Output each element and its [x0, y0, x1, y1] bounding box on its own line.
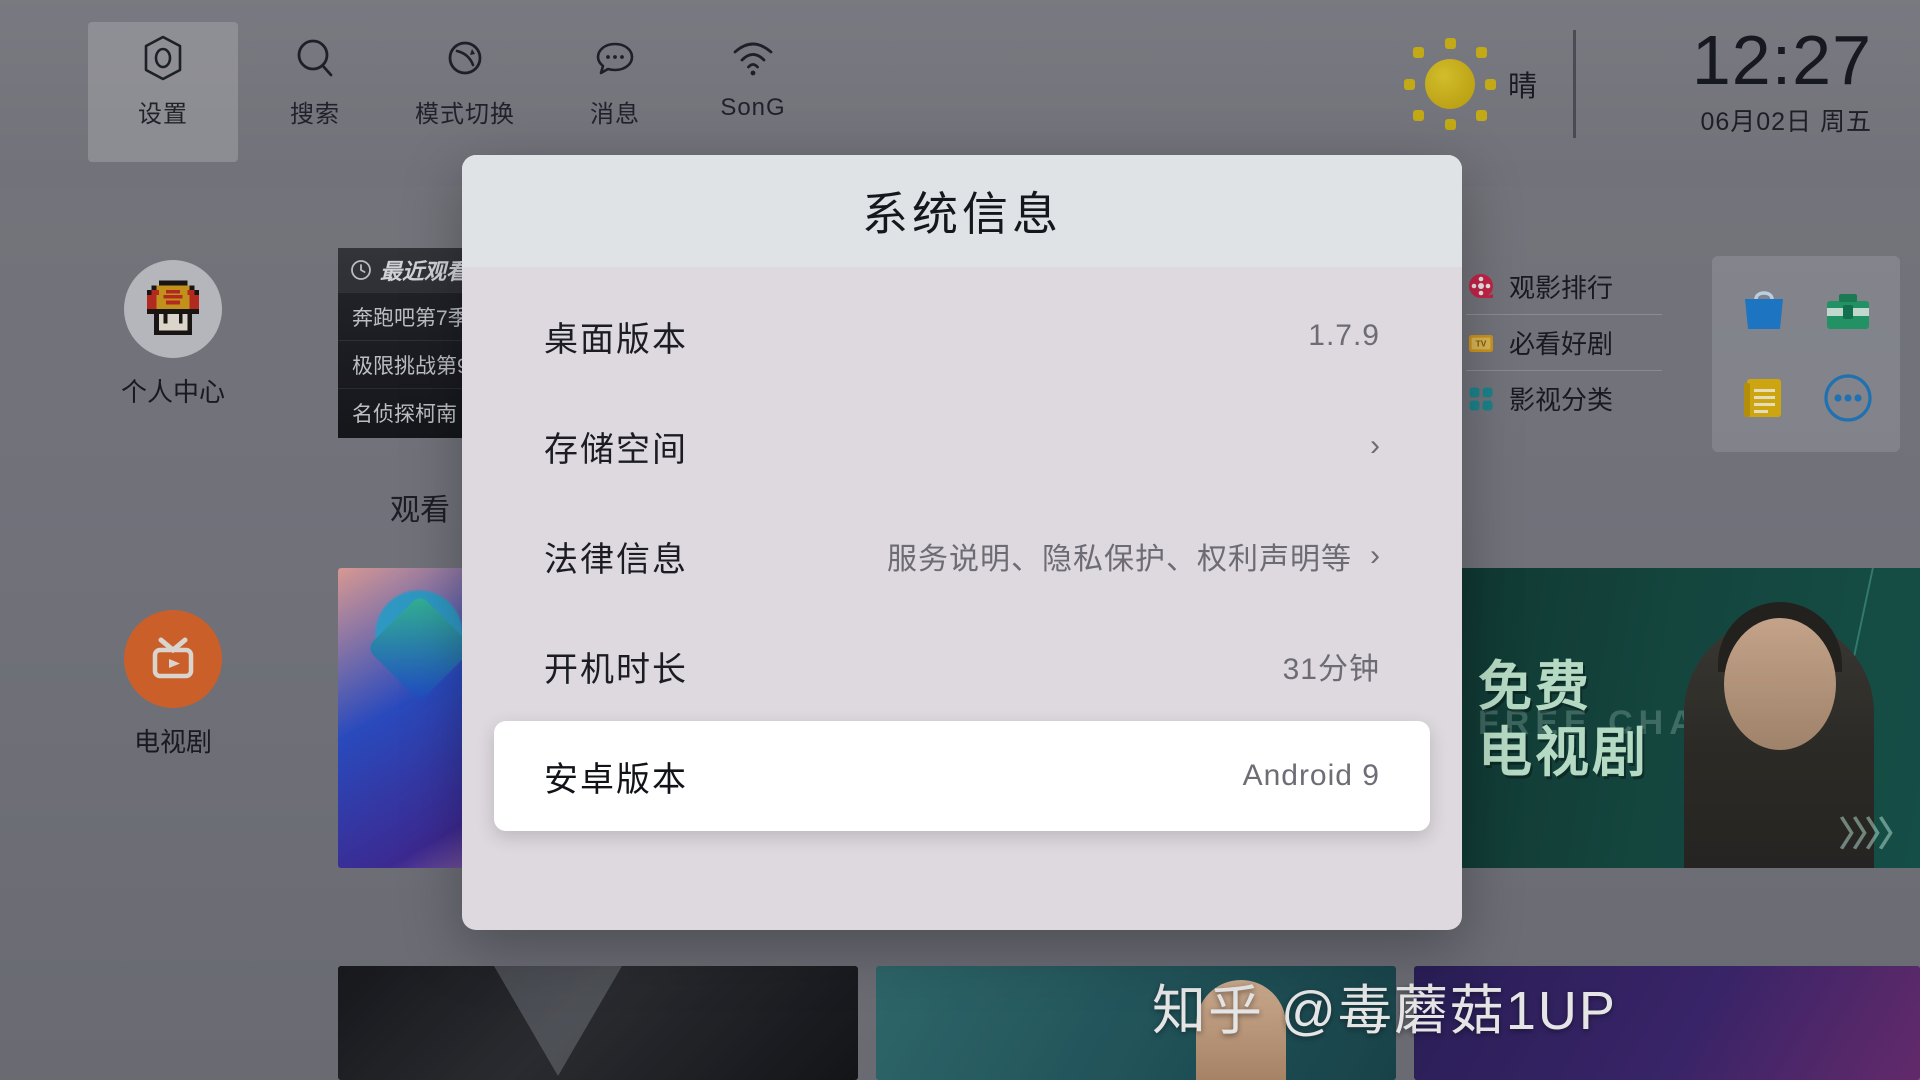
setting-value: 31分钟 [1282, 653, 1380, 686]
dialog-header: 系统信息 [462, 155, 1462, 267]
setting-value: 1.7.9 [1308, 319, 1380, 352]
setting-key: 存储空间 [544, 430, 688, 469]
setting-value: Android 9 [1242, 759, 1380, 792]
setting-row-uptime[interactable]: 开机时长 31分钟 [494, 611, 1430, 721]
setting-key: 开机时长 [544, 650, 688, 689]
chevron-right-icon: › [1370, 539, 1380, 572]
setting-key: 桌面版本 [544, 320, 688, 359]
system-info-dialog: 系统信息 桌面版本 1.7.9 存储空间 › 法律信息 服务说明、隐私保护、权利… [462, 155, 1462, 930]
chevron-right-icon: › [1370, 429, 1380, 462]
setting-row-legal[interactable]: 法律信息 服务说明、隐私保护、权利声明等 › [494, 501, 1430, 611]
setting-key: 法律信息 [544, 540, 688, 579]
dialog-body: 桌面版本 1.7.9 存储空间 › 法律信息 服务说明、隐私保护、权利声明等 ›… [462, 267, 1462, 831]
setting-row-android-version[interactable]: 安卓版本 Android 9 [494, 721, 1430, 831]
setting-row-storage[interactable]: 存储空间 › [494, 391, 1430, 501]
dialog-title: 系统信息 [862, 188, 1062, 240]
setting-value: 服务说明、隐私保护、权利声明等 [887, 543, 1352, 576]
setting-row-desktop-version[interactable]: 桌面版本 1.7.9 [494, 281, 1430, 391]
setting-key: 安卓版本 [544, 760, 688, 799]
